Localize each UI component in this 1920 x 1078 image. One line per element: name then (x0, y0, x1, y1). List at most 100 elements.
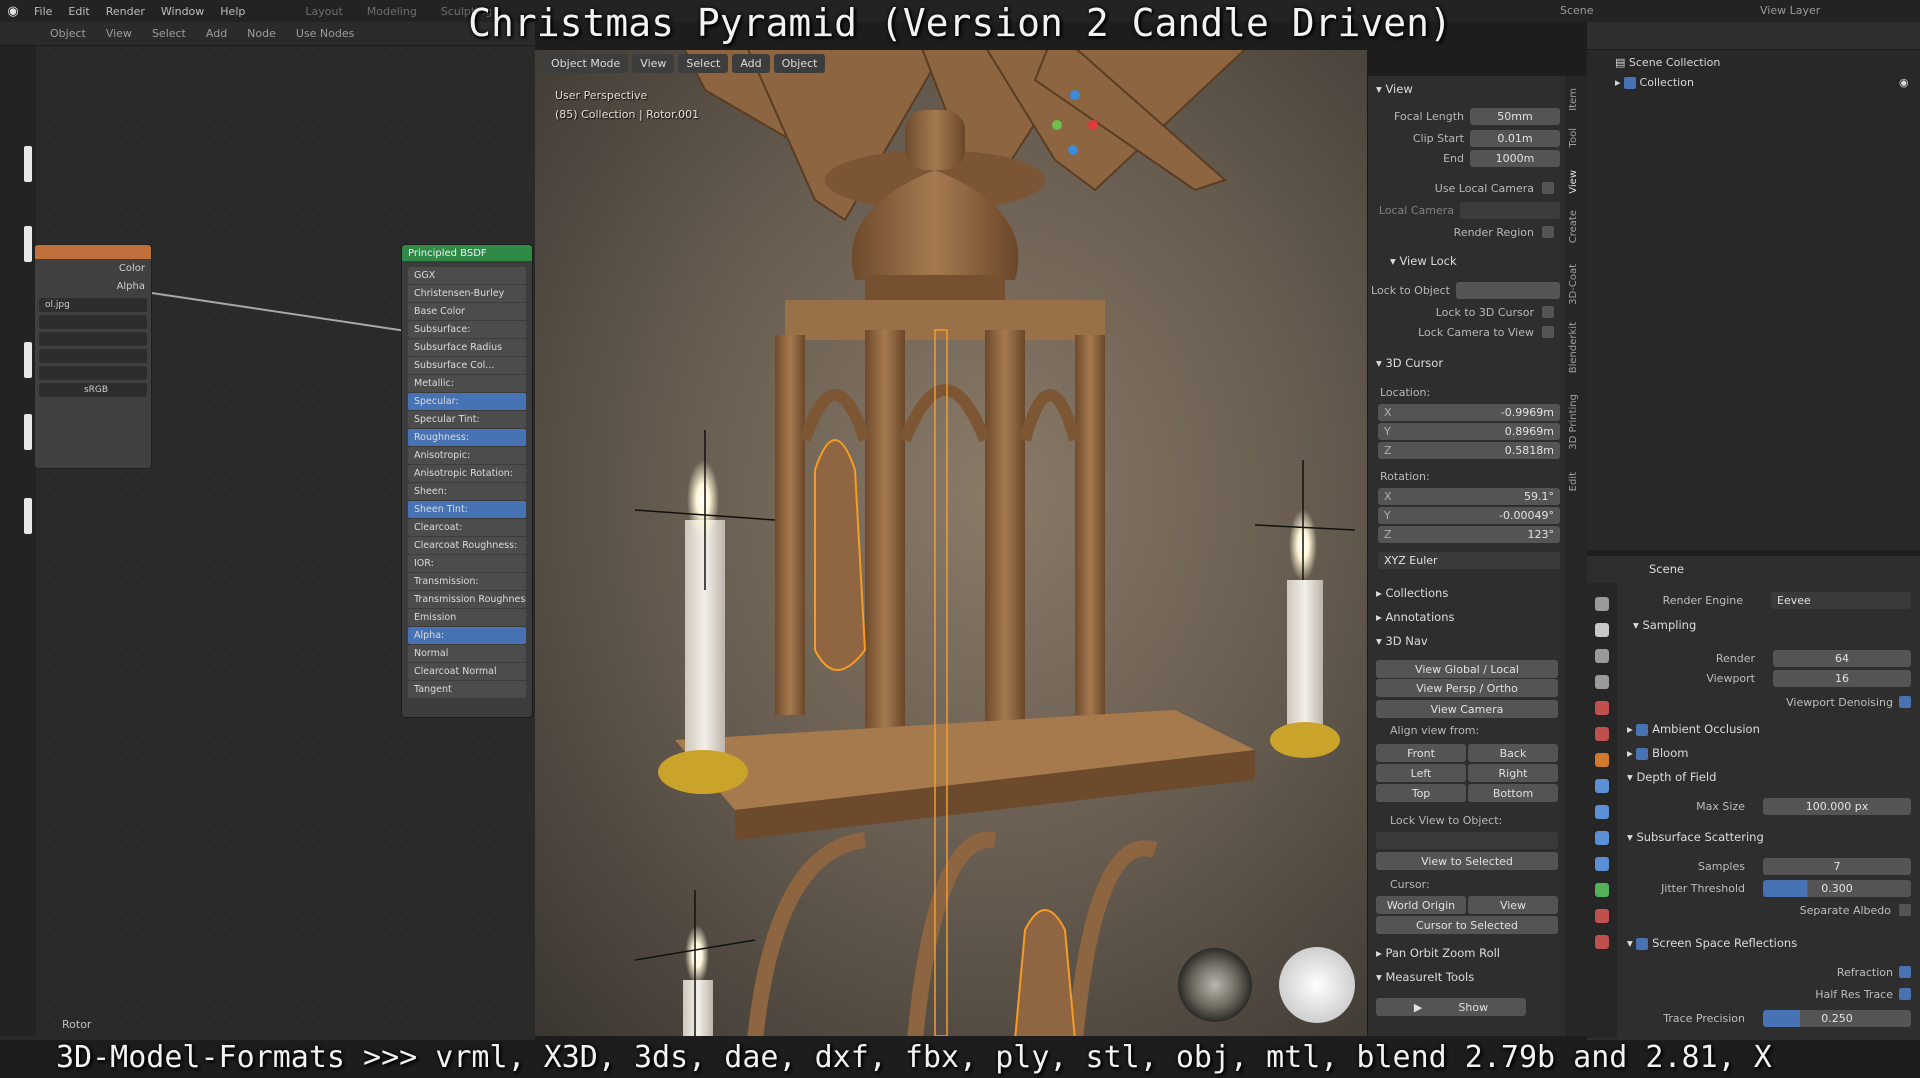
subsurface-method-dropdown[interactable]: Christensen-Burley (408, 285, 526, 302)
refraction-checkbox[interactable] (1899, 966, 1911, 978)
focal-length-field[interactable]: 50mm (1470, 108, 1560, 125)
world-origin-button[interactable]: World Origin (1376, 896, 1466, 914)
bsdf-input-row[interactable]: Transmission Roughness (408, 591, 526, 608)
cursor-rot-z-field[interactable]: Z 123° (1378, 526, 1560, 543)
bsdf-input-row[interactable]: IOR: (408, 555, 526, 572)
tab-create[interactable]: Create (1568, 210, 1584, 243)
align-top-button[interactable]: Top (1376, 784, 1466, 802)
bsdf-input-row[interactable]: Transmission: (408, 573, 526, 590)
cursor-to-selected-button[interactable]: Cursor to Selected (1376, 916, 1558, 934)
bsdf-input-row[interactable]: Anisotropic: (408, 447, 526, 464)
particles-props-icon[interactable] (1595, 805, 1609, 819)
align-bottom-button[interactable]: Bottom (1468, 784, 1558, 802)
data-props-icon[interactable] (1595, 883, 1609, 897)
bsdf-input-row[interactable]: Roughness: (408, 429, 526, 446)
bsdf-input-row[interactable]: Metallic: (408, 375, 526, 392)
align-right-button[interactable]: Right (1468, 764, 1558, 782)
bsdf-input-row[interactable]: Specular: (408, 393, 526, 410)
viewport-denoising-checkbox[interactable] (1899, 696, 1911, 708)
interpolation-dropdown[interactable] (39, 315, 147, 329)
constraints-props-icon[interactable] (1595, 857, 1609, 871)
view-panel-header[interactable]: ▾ View (1376, 82, 1413, 96)
jitter-threshold-slider[interactable]: 0.300 (1763, 880, 1911, 897)
align-left-button[interactable]: Left (1376, 764, 1466, 782)
object-mode-dropdown[interactable]: Object Mode (543, 53, 629, 73)
sss-samples-field[interactable]: 7 (1763, 858, 1911, 875)
rotation-mode-dropdown[interactable]: XYZ Euler (1378, 552, 1560, 569)
tab-3d-coat[interactable]: 3D-Coat (1568, 264, 1584, 305)
projection-dropdown[interactable] (39, 332, 147, 346)
physics-props-icon[interactable] (1595, 831, 1609, 845)
image-texture-node[interactable]: Color Alpha ol.jpg sRGB (34, 244, 152, 469)
vp-add-menu[interactable]: Add (732, 53, 770, 73)
bsdf-input-row[interactable]: Specular Tint: (408, 411, 526, 428)
world-props-icon[interactable] (1595, 727, 1609, 741)
bsdf-input-row[interactable]: Emission (408, 609, 526, 626)
tab-edit[interactable]: Edit (1568, 472, 1584, 491)
bsdf-input-row[interactable]: Base Color (408, 303, 526, 320)
bsdf-input-row[interactable]: Subsurface: (408, 321, 526, 338)
lock-to-cursor-checkbox[interactable] (1542, 306, 1554, 318)
tool-props-icon[interactable] (1595, 597, 1609, 611)
cursor-rot-y-field[interactable]: Y -0.00049° (1378, 507, 1560, 524)
bsdf-input-row[interactable]: Subsurface Radius (408, 339, 526, 356)
bsdf-input-row[interactable]: Anisotropic Rotation: (408, 465, 526, 482)
extension-dropdown[interactable] (39, 349, 147, 363)
view-persp-ortho-button[interactable]: View Persp / Ortho (1376, 679, 1558, 697)
tab-blenderkit[interactable]: Blenderkit (1568, 322, 1584, 373)
3d-viewport[interactable] (535, 50, 1367, 1036)
modifier-props-icon[interactable] (1595, 779, 1609, 793)
view-camera-button[interactable]: View Camera (1376, 700, 1558, 718)
max-size-field[interactable]: 100.000 px (1763, 798, 1911, 815)
bsdf-input-row[interactable]: Clearcoat: (408, 519, 526, 536)
image-name-field[interactable]: ol.jpg (39, 298, 147, 312)
bsdf-input-row[interactable]: Sheen Tint: (408, 501, 526, 518)
view-global-local-button[interactable]: View Global / Local (1376, 660, 1558, 678)
ssr-checkbox[interactable] (1636, 937, 1649, 950)
collection-checkbox[interactable] (1624, 77, 1637, 89)
bsdf-input-row[interactable]: Tangent (408, 681, 526, 698)
lock-camera-checkbox[interactable] (1542, 326, 1554, 338)
measureit-show-button[interactable]: ▶ Show (1376, 998, 1526, 1016)
separate-albedo-checkbox[interactable] (1899, 904, 1911, 916)
align-front-button[interactable]: Front (1376, 744, 1466, 762)
tab-tool[interactable]: Tool (1568, 128, 1584, 147)
scene-collection-row[interactable]: ▤ Scene Collection (1615, 56, 1720, 69)
collections-panel-header[interactable]: ▸ Collections (1376, 586, 1448, 600)
tool-slot[interactable] (24, 414, 32, 450)
tool-slot[interactable] (24, 226, 32, 262)
3d-cursor-header[interactable]: ▾ 3D Cursor (1376, 356, 1443, 370)
measureit-panel-header[interactable]: ▾ MeasureIt Tools (1376, 970, 1474, 984)
source-dropdown[interactable] (39, 366, 147, 380)
outliner[interactable]: ▤ Scene Collection ▸ Collection ◉ (1587, 22, 1920, 550)
cursor-y-field[interactable]: Y 0.8969m (1378, 423, 1560, 440)
align-back-button[interactable]: Back (1468, 744, 1558, 762)
lock-to-object-field[interactable] (1456, 282, 1560, 299)
view-lock-header[interactable]: ▾ View Lock (1390, 254, 1457, 268)
tab-3d-printing[interactable]: 3D Printing (1568, 394, 1584, 450)
image-node-header[interactable] (35, 245, 151, 259)
scene-props-icon[interactable] (1595, 701, 1609, 715)
clip-start-field[interactable]: 0.01m (1470, 130, 1560, 147)
ao-panel-header[interactable]: ▸ Ambient Occlusion (1627, 722, 1760, 736)
tool-slot[interactable] (24, 146, 32, 182)
annotations-panel-header[interactable]: ▸ Annotations (1376, 610, 1455, 624)
bsdf-input-row[interactable]: Alpha: (408, 627, 526, 644)
object-props-icon[interactable] (1595, 753, 1609, 767)
half-res-trace-checkbox[interactable] (1899, 988, 1911, 1000)
vp-select-menu[interactable]: Select (678, 53, 729, 73)
texture-props-icon[interactable] (1595, 935, 1609, 949)
use-local-camera-checkbox[interactable] (1542, 182, 1554, 194)
tool-slot[interactable] (24, 498, 32, 534)
principled-bsdf-node[interactable]: Principled BSDF GGX Christensen-Burley B… (401, 244, 533, 718)
tab-view[interactable]: View (1568, 170, 1584, 194)
vp-object-menu[interactable]: Object (773, 53, 826, 73)
collection-row[interactable]: ▸ Collection (1615, 76, 1694, 89)
local-camera-field[interactable] (1460, 202, 1560, 219)
bsdf-input-row[interactable]: Normal (408, 645, 526, 662)
view-layer-props-icon[interactable] (1595, 675, 1609, 689)
dof-panel-header[interactable]: ▾ Depth of Field (1627, 770, 1716, 784)
render-props-icon[interactable] (1595, 623, 1609, 637)
view-to-selected-button[interactable]: View to Selected (1376, 852, 1558, 870)
sampling-panel-header[interactable]: ▾ Sampling (1633, 618, 1696, 632)
